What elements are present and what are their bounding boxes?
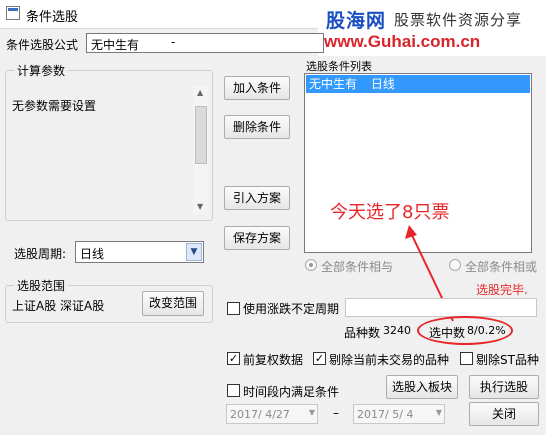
all-and-label: 全部条件相与 [321, 260, 394, 274]
all-and-radio[interactable] [305, 259, 317, 271]
condition-selection-window: 条件选股 股海网 股票软件资源分享 www.Guhai.com.cn 条件选股公… [0, 0, 546, 435]
params-group-label: 计算参数 [14, 62, 69, 79]
to-block-button[interactable]: 选股入板块 [386, 375, 458, 399]
params-scrollbar[interactable]: ▲ ▼ [193, 86, 209, 214]
close-button[interactable]: 关闭 [469, 402, 539, 426]
range-group-label: 选股范围 [14, 277, 69, 294]
annotation-text: 今天选了8只票 [330, 202, 450, 223]
run-selection-button[interactable]: 执行选股 [469, 375, 539, 399]
time-range-label: 时间段内满足条件 [243, 385, 340, 399]
calendar-dropdown-icon[interactable]: ▼ [436, 408, 442, 417]
indef-period-field[interactable] [345, 298, 537, 317]
watermark-url: www.Guhai.com.cn [324, 32, 481, 51]
scroll-down-icon[interactable]: ▼ [197, 202, 203, 211]
period-select[interactable]: 日线 ▼ [75, 241, 204, 263]
condition-list-item[interactable]: 无中生有 日线 [306, 75, 530, 93]
watermark-brand: 股海网 [326, 10, 387, 32]
time-range-checkbox[interactable] [227, 384, 240, 397]
radio-dot [309, 263, 313, 267]
selected-highlight [417, 316, 513, 345]
all-or-label: 全部条件相或 [465, 260, 538, 274]
forward-adjust-label: 前复权数据 [243, 353, 304, 367]
save-scheme-button[interactable]: 保存方案 [224, 226, 290, 250]
params-group [5, 70, 213, 221]
add-condition-button[interactable]: 加入条件 [224, 76, 290, 100]
range-value: 上证A股 深证A股 [12, 299, 105, 313]
end-date-value: 2017/ 5/ 4 [357, 408, 414, 421]
condition-item-name: 无中生有 [309, 77, 358, 91]
window-title: 条件选股 [26, 10, 79, 25]
date-separator: – [333, 406, 339, 420]
formula-value: 无中生有 [91, 38, 140, 52]
start-date-value: 2017/ 4/27 [230, 408, 290, 421]
use-indef-period-label: 使用涨跌不定周期 [243, 302, 340, 316]
exclude-untraded-checkbox[interactable]: ✓ [313, 352, 326, 365]
formula-extra: - [171, 35, 176, 49]
formula-label: 条件选股公式 [6, 38, 79, 52]
end-date-field[interactable]: 2017/ 5/ 4 ▼ [353, 404, 445, 424]
params-scroll-thumb[interactable] [195, 106, 207, 164]
params-text: 无参数需要设置 [12, 99, 97, 113]
delete-condition-button[interactable]: 删除条件 [224, 115, 290, 139]
calendar-dropdown-icon[interactable]: ▼ [309, 408, 315, 417]
start-date-field[interactable]: 2017/ 4/27 ▼ [226, 404, 318, 424]
all-or-radio[interactable] [449, 259, 461, 271]
condition-list-label: 选股条件列表 [306, 60, 372, 73]
watermark-slogan: 股票软件资源分享 [394, 11, 523, 29]
count-label: 品种数 [344, 326, 381, 340]
status-done: 选股完毕. [476, 283, 528, 297]
app-icon [6, 6, 20, 20]
period-label: 选股周期: [14, 247, 67, 261]
exclude-untraded-label: 剔除当前未交易的品种 [329, 353, 450, 367]
watermark-banner: 股海网 股票软件资源分享 www.Guhai.com.cn [318, 0, 546, 56]
count-value: 3240 [383, 324, 411, 337]
forward-adjust-checkbox[interactable]: ✓ [227, 352, 240, 365]
import-scheme-button[interactable]: 引入方案 [224, 186, 290, 210]
use-indef-period-checkbox[interactable] [227, 302, 240, 315]
change-range-button[interactable]: 改变范围 [142, 291, 204, 316]
period-value: 日线 [80, 247, 105, 261]
condition-item-period: 日线 [370, 77, 395, 91]
formula-select[interactable]: 无中生有 - [86, 33, 324, 53]
chevron-down-icon[interactable]: ▼ [186, 243, 202, 261]
scroll-up-icon[interactable]: ▲ [197, 88, 203, 97]
exclude-st-label: 剔除ST品种 [476, 353, 539, 367]
exclude-st-checkbox[interactable] [460, 352, 473, 365]
